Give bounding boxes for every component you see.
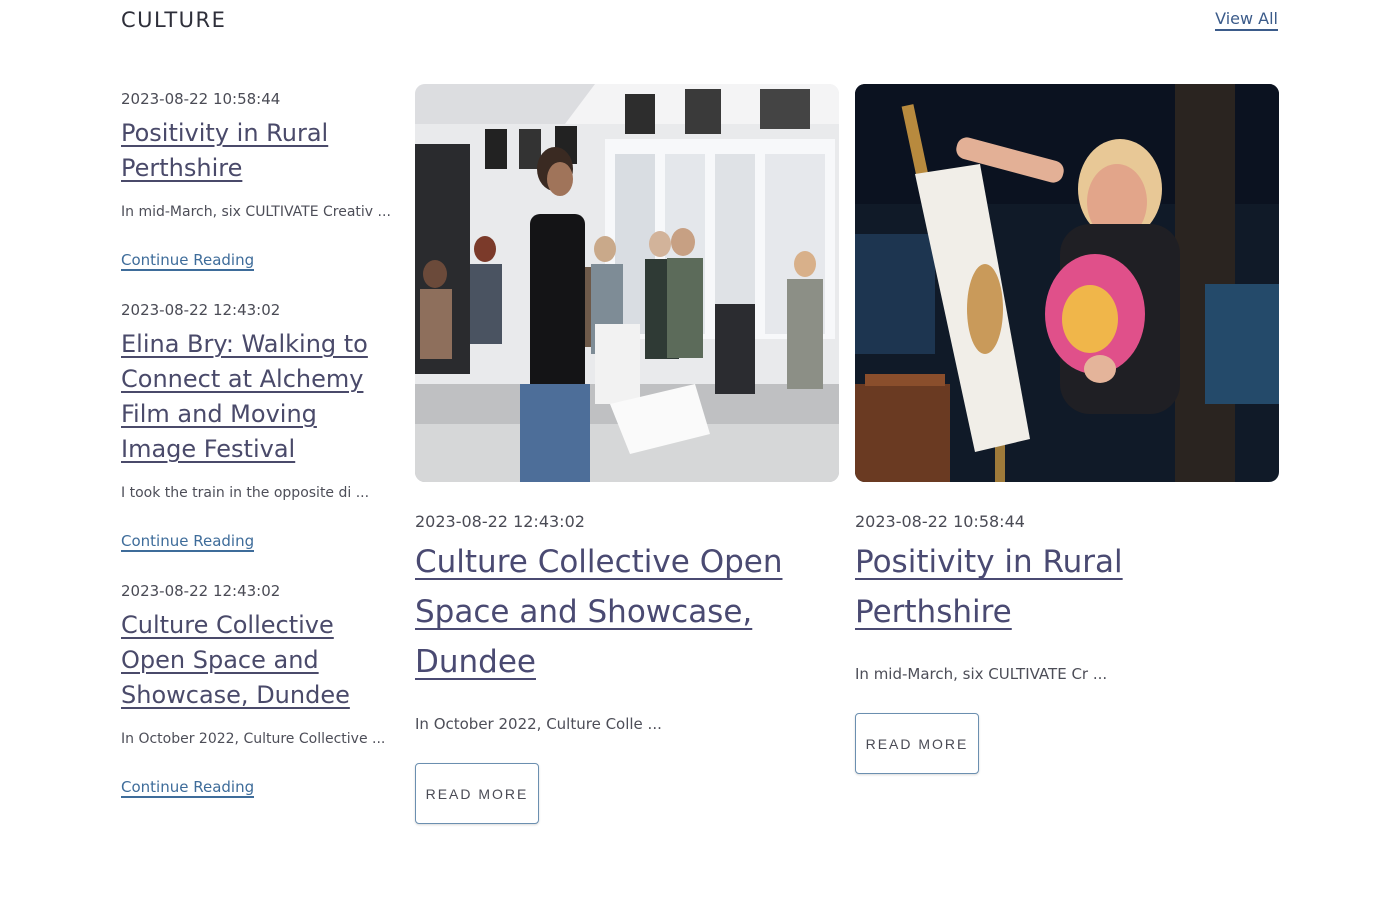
article-date: 2023-08-22 12:43:02 [121,301,281,319]
read-more-button[interactable]: READ MORE [415,763,539,824]
article-photo[interactable] [855,84,1279,482]
article-title-link[interactable]: Positivity in Rural Perthshire [121,119,328,182]
article-excerpt: In mid-March, six CULTIVATE Cr ... [855,665,1108,683]
article-date: 2023-08-22 10:58:44 [121,90,281,108]
article-title-link[interactable]: Culture Collective Open Space and Showca… [121,611,350,709]
article-excerpt: I took the train in the opposite di ... [121,485,370,501]
article-card: 2023-08-22 10:58:44 Positivity in Rural … [855,84,1279,774]
article-date: 2023-08-22 10:58:44 [855,512,1025,531]
article-title-link[interactable]: Elina Bry: Walking to Connect at Alchemy… [121,330,368,463]
article-date: 2023-08-22 12:43:02 [415,512,585,531]
article-excerpt: In mid-March, six CULTIVATE Creativ ... [121,204,391,220]
list-item: 2023-08-22 12:43:02 Elina Bry: Walking t… [121,301,391,552]
list-item: 2023-08-22 10:58:44 Positivity in Rural … [121,90,391,271]
article-title-link[interactable]: Positivity in Rural Perthshire [855,544,1123,630]
article-title-link[interactable]: Culture Collective Open Space and Showca… [415,544,783,680]
continue-reading-link[interactable]: Continue Reading [121,532,255,552]
article-excerpt: In October 2022, Culture Colle ... [415,715,662,733]
list-item: 2023-08-22 12:43:02 Culture Collective O… [121,582,391,798]
article-photo[interactable] [415,84,839,482]
article-date: 2023-08-22 12:43:02 [121,582,281,600]
side-article-list: 2023-08-22 10:58:44 Positivity in Rural … [121,90,391,828]
view-all-link[interactable]: View All [1215,9,1278,31]
continue-reading-link[interactable]: Continue Reading [121,778,255,798]
article-card: 2023-08-22 12:43:02 Culture Collective O… [415,84,839,824]
read-more-button[interactable]: READ MORE [855,713,979,774]
article-excerpt: In October 2022, Culture Collective ... [121,731,386,747]
section-title: CULTURE [121,8,227,32]
continue-reading-link[interactable]: Continue Reading [121,251,255,271]
